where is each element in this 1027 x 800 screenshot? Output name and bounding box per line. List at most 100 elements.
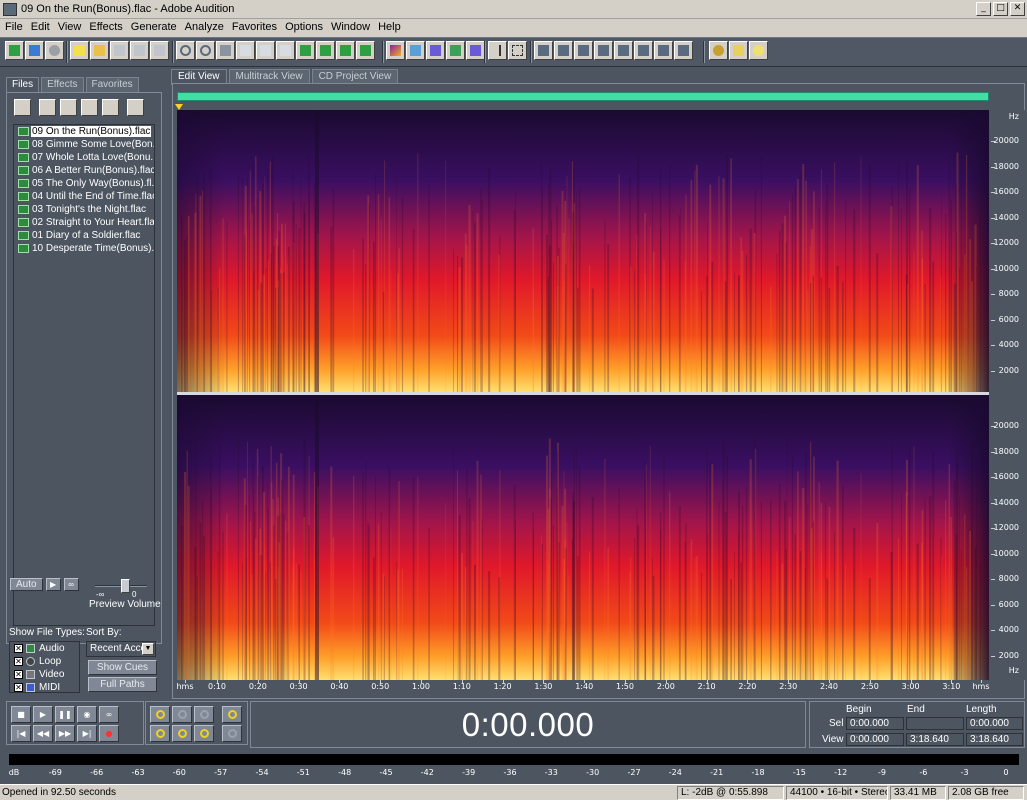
play-to-end-button[interactable]: ◉: [77, 706, 97, 723]
preview-play-button[interactable]: ▶: [45, 578, 61, 591]
file-type-video[interactable]: ✕ Video: [10, 668, 79, 681]
open-file-icon[interactable]: [39, 99, 56, 116]
zoom-to-left-button[interactable]: [150, 725, 170, 742]
tab-effects[interactable]: Effects: [41, 77, 84, 92]
chevron-down-icon[interactable]: ▼: [142, 643, 154, 655]
new-file-icon[interactable]: [70, 41, 89, 60]
spectrogram[interactable]: [177, 110, 989, 680]
auto-play-button[interactable]: Auto: [10, 578, 43, 591]
go-to-start-button[interactable]: |◀: [11, 725, 31, 742]
view-end-field[interactable]: 3:18.640: [906, 733, 964, 746]
menu-file[interactable]: File: [2, 19, 28, 37]
file-item[interactable]: 01 Diary of a Soldier.flac: [14, 229, 154, 242]
zoom-selection-button[interactable]: [194, 725, 214, 742]
spectral-phase-icon[interactable]: [446, 41, 465, 60]
tab-cd-project-view[interactable]: CD Project View: [311, 69, 399, 83]
toggle-panel-2-icon[interactable]: [554, 41, 573, 60]
spectral-view-icon[interactable]: [386, 41, 405, 60]
menu-window[interactable]: Window: [328, 19, 375, 37]
menu-edit[interactable]: Edit: [28, 19, 55, 37]
paste-icon[interactable]: [296, 41, 315, 60]
save-icon[interactable]: [110, 41, 129, 60]
file-item[interactable]: 08 Gimme Some Love(Bon...: [14, 138, 154, 151]
sel-end-field[interactable]: [906, 717, 964, 730]
checkbox[interactable]: ✕: [14, 657, 23, 666]
go-to-end-button[interactable]: ▶|: [77, 725, 97, 742]
zoom-out-vertical-button[interactable]: [222, 725, 242, 742]
properties-icon[interactable]: [127, 99, 144, 116]
redo-icon[interactable]: [196, 41, 215, 60]
file-item[interactable]: 09 On the Run(Bonus).flac: [14, 125, 154, 138]
marquee-tool-icon[interactable]: [508, 41, 527, 60]
toggle-panel-4-icon[interactable]: [594, 41, 613, 60]
checkbox[interactable]: ✕: [14, 670, 23, 679]
menu-options[interactable]: Options: [282, 19, 328, 37]
file-type-audio[interactable]: ✕ Audio: [10, 642, 79, 655]
file-item[interactable]: 03 Tonight's the Night.flac: [14, 203, 154, 216]
edit-file-icon[interactable]: [81, 99, 98, 116]
preview-loop-button[interactable]: ∞: [63, 578, 79, 591]
sel-length-field[interactable]: 0:00.000: [966, 717, 1023, 730]
preview-volume-thumb[interactable]: [120, 579, 130, 593]
tools-icon[interactable]: [729, 41, 748, 60]
insert-multitrack-icon[interactable]: [102, 99, 119, 116]
record-button[interactable]: ●: [99, 725, 119, 742]
zoom-full-button[interactable]: [194, 706, 214, 723]
close-file-icon[interactable]: [60, 99, 77, 116]
loop-button[interactable]: ∞: [99, 706, 119, 723]
toggle-panel-7-icon[interactable]: [654, 41, 673, 60]
minimize-button[interactable]: _: [976, 2, 991, 16]
sel-begin-field[interactable]: 0:00.000: [846, 717, 904, 730]
tab-favorites[interactable]: Favorites: [85, 77, 139, 92]
file-item[interactable]: 02 Straight to Your Heart.flac: [14, 216, 154, 229]
toggle-panel-8-icon[interactable]: [674, 41, 693, 60]
checkbox[interactable]: ✕: [14, 683, 23, 692]
zoom-in-vertical-button[interactable]: [222, 706, 242, 723]
copy-new-icon[interactable]: [276, 41, 295, 60]
cut-icon[interactable]: [236, 41, 255, 60]
full-paths-button[interactable]: Full Paths: [88, 677, 157, 692]
play-button[interactable]: ▶: [33, 706, 53, 723]
time-ruler[interactable]: hms 0:10 0:20 0:30 0:40 0:50 1:00 1:10 1:20 1:30 1…: [176, 680, 990, 693]
stop-button[interactable]: ■: [11, 706, 31, 723]
menu-analyze[interactable]: Analyze: [182, 19, 229, 37]
open-folder-icon[interactable]: [90, 41, 109, 60]
toggle-panel-3-icon[interactable]: [574, 41, 593, 60]
maximize-button[interactable]: □: [993, 2, 1008, 16]
toggle-panel-6-icon[interactable]: [634, 41, 653, 60]
zoom-in-horizontal-button[interactable]: [150, 706, 170, 723]
file-item[interactable]: 07 Whole Lotta Love(Bonu...: [14, 151, 154, 164]
multitrack-view-icon[interactable]: [25, 41, 44, 60]
cd-view-icon[interactable]: [45, 41, 64, 60]
edit-view-icon[interactable]: [5, 41, 24, 60]
time-selection-tool-icon[interactable]: [488, 41, 507, 60]
spectral-pan-icon[interactable]: [426, 41, 445, 60]
sort-by-select[interactable]: Recent Acce ▼: [86, 641, 156, 657]
file-item[interactable]: 05 The Only Way(Bonus).fl...: [14, 177, 154, 190]
zoom-out-horizontal-button[interactable]: [172, 706, 192, 723]
checkbox[interactable]: ✕: [14, 644, 23, 653]
spectral-display[interactable]: [177, 110, 989, 680]
fast-forward-button[interactable]: ▶▶: [55, 725, 75, 742]
spectral-freq-icon[interactable]: [466, 41, 485, 60]
mix-paste-icon[interactable]: [336, 41, 355, 60]
overview-bar[interactable]: [177, 92, 989, 101]
toggle-panel-1-icon[interactable]: [534, 41, 553, 60]
save-all-icon[interactable]: [150, 41, 169, 60]
menu-help[interactable]: Help: [375, 19, 406, 37]
time-display[interactable]: 0:00.000: [250, 701, 806, 748]
view-length-field[interactable]: 3:18.640: [966, 733, 1023, 746]
show-cues-button[interactable]: Show Cues: [88, 660, 157, 675]
tab-multitrack-view[interactable]: Multitrack View: [228, 69, 310, 83]
toggle-panel-5-icon[interactable]: [614, 41, 633, 60]
file-type-midi[interactable]: ✕ MIDI: [10, 681, 79, 694]
menu-favorites[interactable]: Favorites: [229, 19, 282, 37]
copy-icon[interactable]: [256, 41, 275, 60]
close-button[interactable]: ✕: [1010, 2, 1025, 16]
waveform-view-icon[interactable]: [406, 41, 425, 60]
paste-new-icon[interactable]: [316, 41, 335, 60]
repeat-icon[interactable]: [216, 41, 235, 60]
trim-icon[interactable]: [356, 41, 375, 60]
settings-icon[interactable]: [709, 41, 728, 60]
menu-generate[interactable]: Generate: [128, 19, 182, 37]
